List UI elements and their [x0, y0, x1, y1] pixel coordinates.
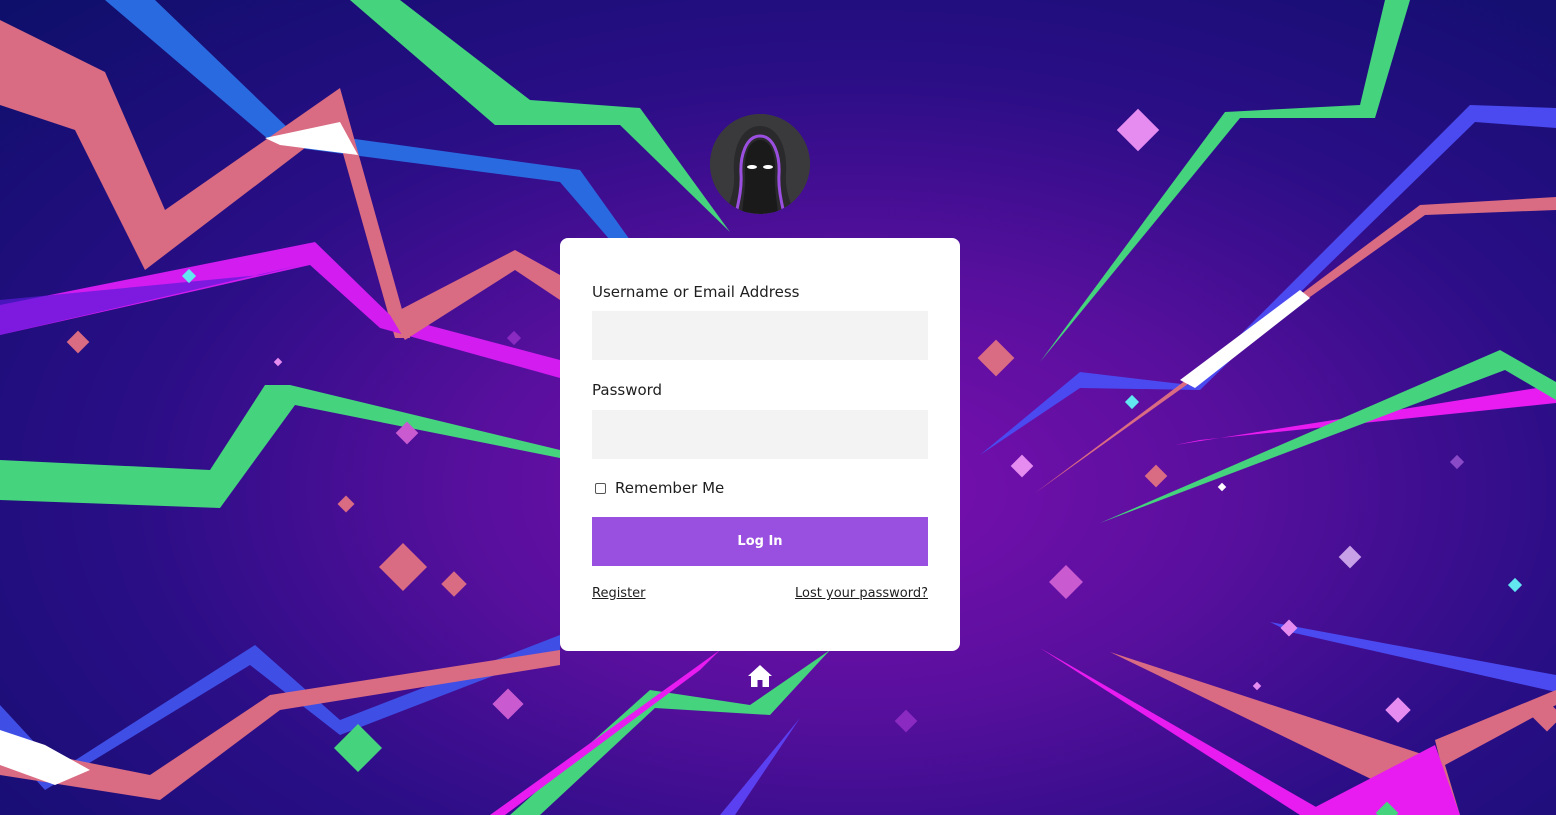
- username-label: Username or Email Address: [592, 283, 800, 301]
- register-link[interactable]: Register: [592, 586, 646, 601]
- remember-me: Remember Me: [595, 479, 724, 497]
- login-form: Username or Email Address Password Remem…: [560, 238, 960, 651]
- lost-password-link[interactable]: Lost your password?: [795, 586, 928, 601]
- password-label: Password: [592, 381, 663, 399]
- hooded-figure-icon: [710, 114, 810, 214]
- username-input[interactable]: [592, 311, 928, 360]
- remember-me-checkbox[interactable]: [595, 482, 606, 494]
- remember-me-label: Remember Me: [615, 479, 725, 497]
- home-icon[interactable]: [747, 664, 773, 688]
- password-input[interactable]: [592, 410, 928, 459]
- site-logo[interactable]: [710, 114, 810, 214]
- login-button[interactable]: Log In: [592, 517, 928, 566]
